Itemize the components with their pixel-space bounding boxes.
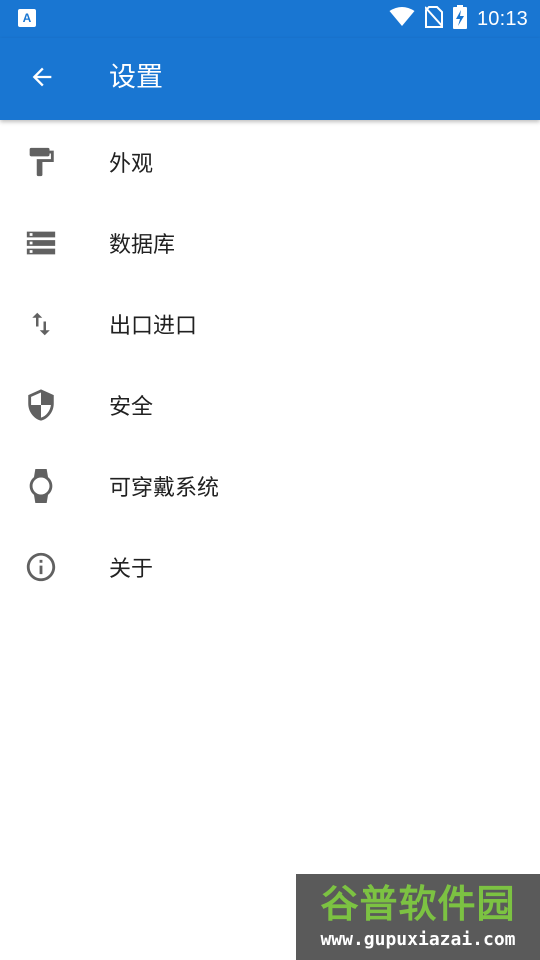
menu-item-security[interactable]: 安全 (0, 364, 540, 445)
paint-roller-icon (22, 143, 60, 181)
menu-item-import-export[interactable]: 出口进口 (0, 283, 540, 364)
watermark: 谷普软件园 www.gupuxiazai.com (296, 874, 540, 960)
menu-item-label: 安全 (109, 394, 154, 420)
settings-list: 外观 数据库 出口进口 安全 可穿戴系统 关于 (0, 121, 540, 607)
menu-item-wearable[interactable]: 可穿戴系统 (0, 445, 540, 526)
security-shield-icon (22, 386, 60, 424)
status-time: 10:13 (476, 7, 528, 30)
menu-item-label: 出口进口 (109, 313, 198, 339)
info-icon (22, 548, 60, 586)
back-button[interactable] (18, 55, 66, 103)
menu-item-label: 外观 (109, 151, 154, 177)
app-bar: 设置 (0, 38, 540, 120)
menu-item-label: 数据库 (109, 232, 176, 258)
no-sim-icon (424, 6, 444, 32)
wifi-icon (389, 7, 415, 31)
page-title: 设置 (109, 62, 163, 93)
notification-icon: A (18, 9, 36, 27)
status-icons: 10:13 (389, 0, 528, 38)
menu-item-label: 可穿戴系统 (109, 475, 220, 501)
battery-charging-icon (452, 5, 467, 33)
storage-icon (22, 224, 60, 262)
menu-item-appearance[interactable]: 外观 (0, 121, 540, 202)
watermark-url: www.gupuxiazai.com (320, 929, 516, 950)
status-bar: A 10:13 (0, 0, 540, 38)
menu-item-about[interactable]: 关于 (0, 526, 540, 607)
arrow-back-icon (28, 63, 56, 95)
menu-item-database[interactable]: 数据库 (0, 202, 540, 283)
watch-icon (22, 467, 60, 505)
import-export-icon (22, 305, 60, 343)
watermark-title: 谷普软件园 (320, 882, 516, 926)
menu-item-label: 关于 (109, 556, 154, 582)
